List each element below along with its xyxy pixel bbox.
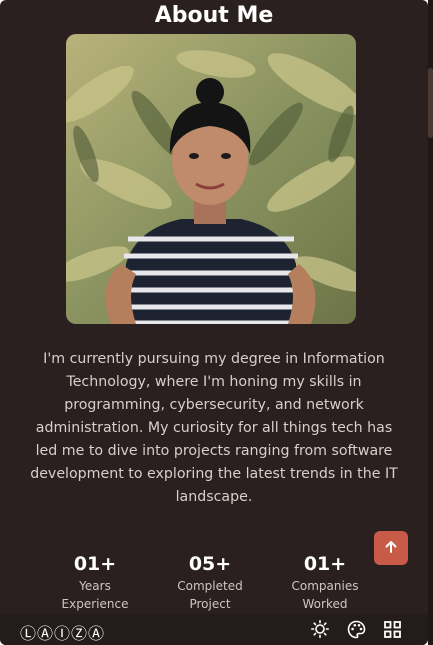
palette-icon — [347, 620, 366, 643]
profile-photo — [66, 34, 356, 324]
sun-icon — [311, 620, 330, 642]
stat-label-line1: Years — [79, 579, 111, 593]
stats-row: 01+ Years Experience 05+ Completed Proje… — [40, 551, 380, 613]
stat-label-line2: Experience — [61, 597, 129, 611]
stat-label-line2: Worked — [302, 597, 348, 611]
bio-text: I'm currently pursuing my degree in Info… — [30, 351, 398, 505]
stat-value: 01+ — [303, 553, 347, 575]
site-logo[interactable]: ⓁⒶⒾⓏⒶ — [20, 620, 105, 644]
stat-value: 01+ — [73, 553, 117, 575]
stat-label-line1: Companies — [291, 579, 359, 593]
scrollbar-thumb[interactable] — [428, 68, 433, 138]
stat-companies: 01+ Companies Worked — [270, 551, 380, 613]
stat-experience: 01+ Years Experience — [40, 551, 150, 613]
stat-label-line2: Project — [189, 597, 231, 611]
theme-toggle-button[interactable] — [309, 620, 331, 642]
menu-button[interactable] — [381, 620, 403, 642]
section-title: About Me — [154, 3, 274, 28]
arrow-up-icon — [384, 539, 398, 558]
grid-icon — [383, 620, 401, 642]
stat-label-line1: Completed — [177, 579, 243, 593]
color-palette-button[interactable] — [345, 620, 367, 642]
scroll-to-top-button[interactable] — [374, 531, 408, 565]
stat-projects: 05+ Completed Project — [155, 551, 265, 613]
stat-value: 05+ — [188, 553, 232, 575]
about-section: About Me I'm currently pursuing my degre… — [0, 0, 428, 645]
